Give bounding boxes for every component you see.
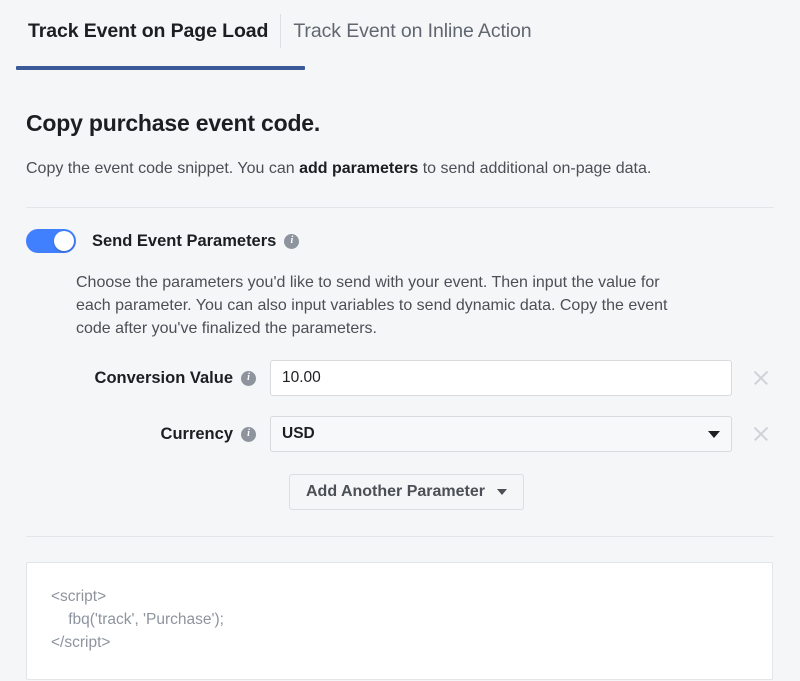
toggle-knob bbox=[54, 231, 74, 251]
info-icon[interactable]: i bbox=[241, 370, 256, 386]
currency-control: USD bbox=[270, 416, 732, 452]
currency-label: Currency bbox=[160, 424, 233, 443]
conversion-value-label-group: Conversion Value i bbox=[76, 369, 270, 388]
main-content: Copy purchase event code. Copy the event… bbox=[0, 74, 800, 537]
add-parameter-row: Add Another Parameter bbox=[76, 474, 774, 510]
currency-select[interactable]: USD bbox=[270, 416, 732, 452]
event-code-snippet-text: <script> fbq('track', 'Purchase'); </scr… bbox=[51, 588, 224, 651]
remove-currency-button[interactable] bbox=[748, 421, 774, 447]
info-icon[interactable]: i bbox=[241, 426, 256, 442]
tab-label: Track Event on Page Load bbox=[28, 19, 269, 42]
add-parameters-link[interactable]: add parameters bbox=[299, 160, 418, 177]
send-event-parameters-label: Send Event Parameters bbox=[92, 231, 277, 250]
add-another-parameter-label: Add Another Parameter bbox=[306, 483, 485, 500]
page-description-text-after: to send additional on-page data. bbox=[418, 160, 652, 177]
info-icon[interactable]: i bbox=[284, 233, 300, 249]
active-tab-underline bbox=[16, 66, 305, 70]
currency-selected-value: USD bbox=[282, 425, 315, 442]
page-title: Copy purchase event code. bbox=[26, 110, 321, 136]
send-event-parameters-toggle[interactable] bbox=[26, 229, 76, 253]
page-description-text-before: Copy the event code snippet. You can bbox=[26, 160, 300, 177]
tab-bar: Track Event on Page Load Track Event on … bbox=[0, 0, 800, 74]
add-another-parameter-button[interactable]: Add Another Parameter bbox=[289, 474, 524, 510]
tab-label: Track Event on Inline Action bbox=[293, 19, 532, 42]
divider-bottom bbox=[26, 536, 774, 537]
tab-track-event-on-inline-action[interactable]: Track Event on Inline Action bbox=[281, 0, 543, 62]
page-description: Copy the event code snippet. You can add… bbox=[26, 137, 774, 179]
event-code-snippet-box[interactable]: <script> fbq('track', 'Purchase'); </scr… bbox=[26, 562, 773, 680]
send-event-parameters-row: Send Event Parameters i bbox=[26, 208, 774, 253]
currency-label-group: Currency i bbox=[76, 425, 270, 444]
conversion-value-control bbox=[270, 360, 732, 396]
tab-track-event-on-page-load[interactable]: Track Event on Page Load bbox=[16, 0, 280, 62]
parameters-description: Choose the parameters you'd like to send… bbox=[76, 274, 668, 337]
field-row-currency: Currency i USD bbox=[76, 416, 774, 452]
conversion-value-input[interactable] bbox=[270, 360, 732, 396]
conversion-value-label: Conversion Value bbox=[94, 368, 233, 387]
chevron-down-icon bbox=[497, 489, 507, 495]
parameters-body: Choose the parameters you'd like to send… bbox=[26, 253, 774, 510]
field-row-conversion-value: Conversion Value i bbox=[76, 360, 774, 396]
chevron-down-icon bbox=[708, 430, 720, 438]
remove-conversion-value-button[interactable] bbox=[748, 365, 774, 391]
